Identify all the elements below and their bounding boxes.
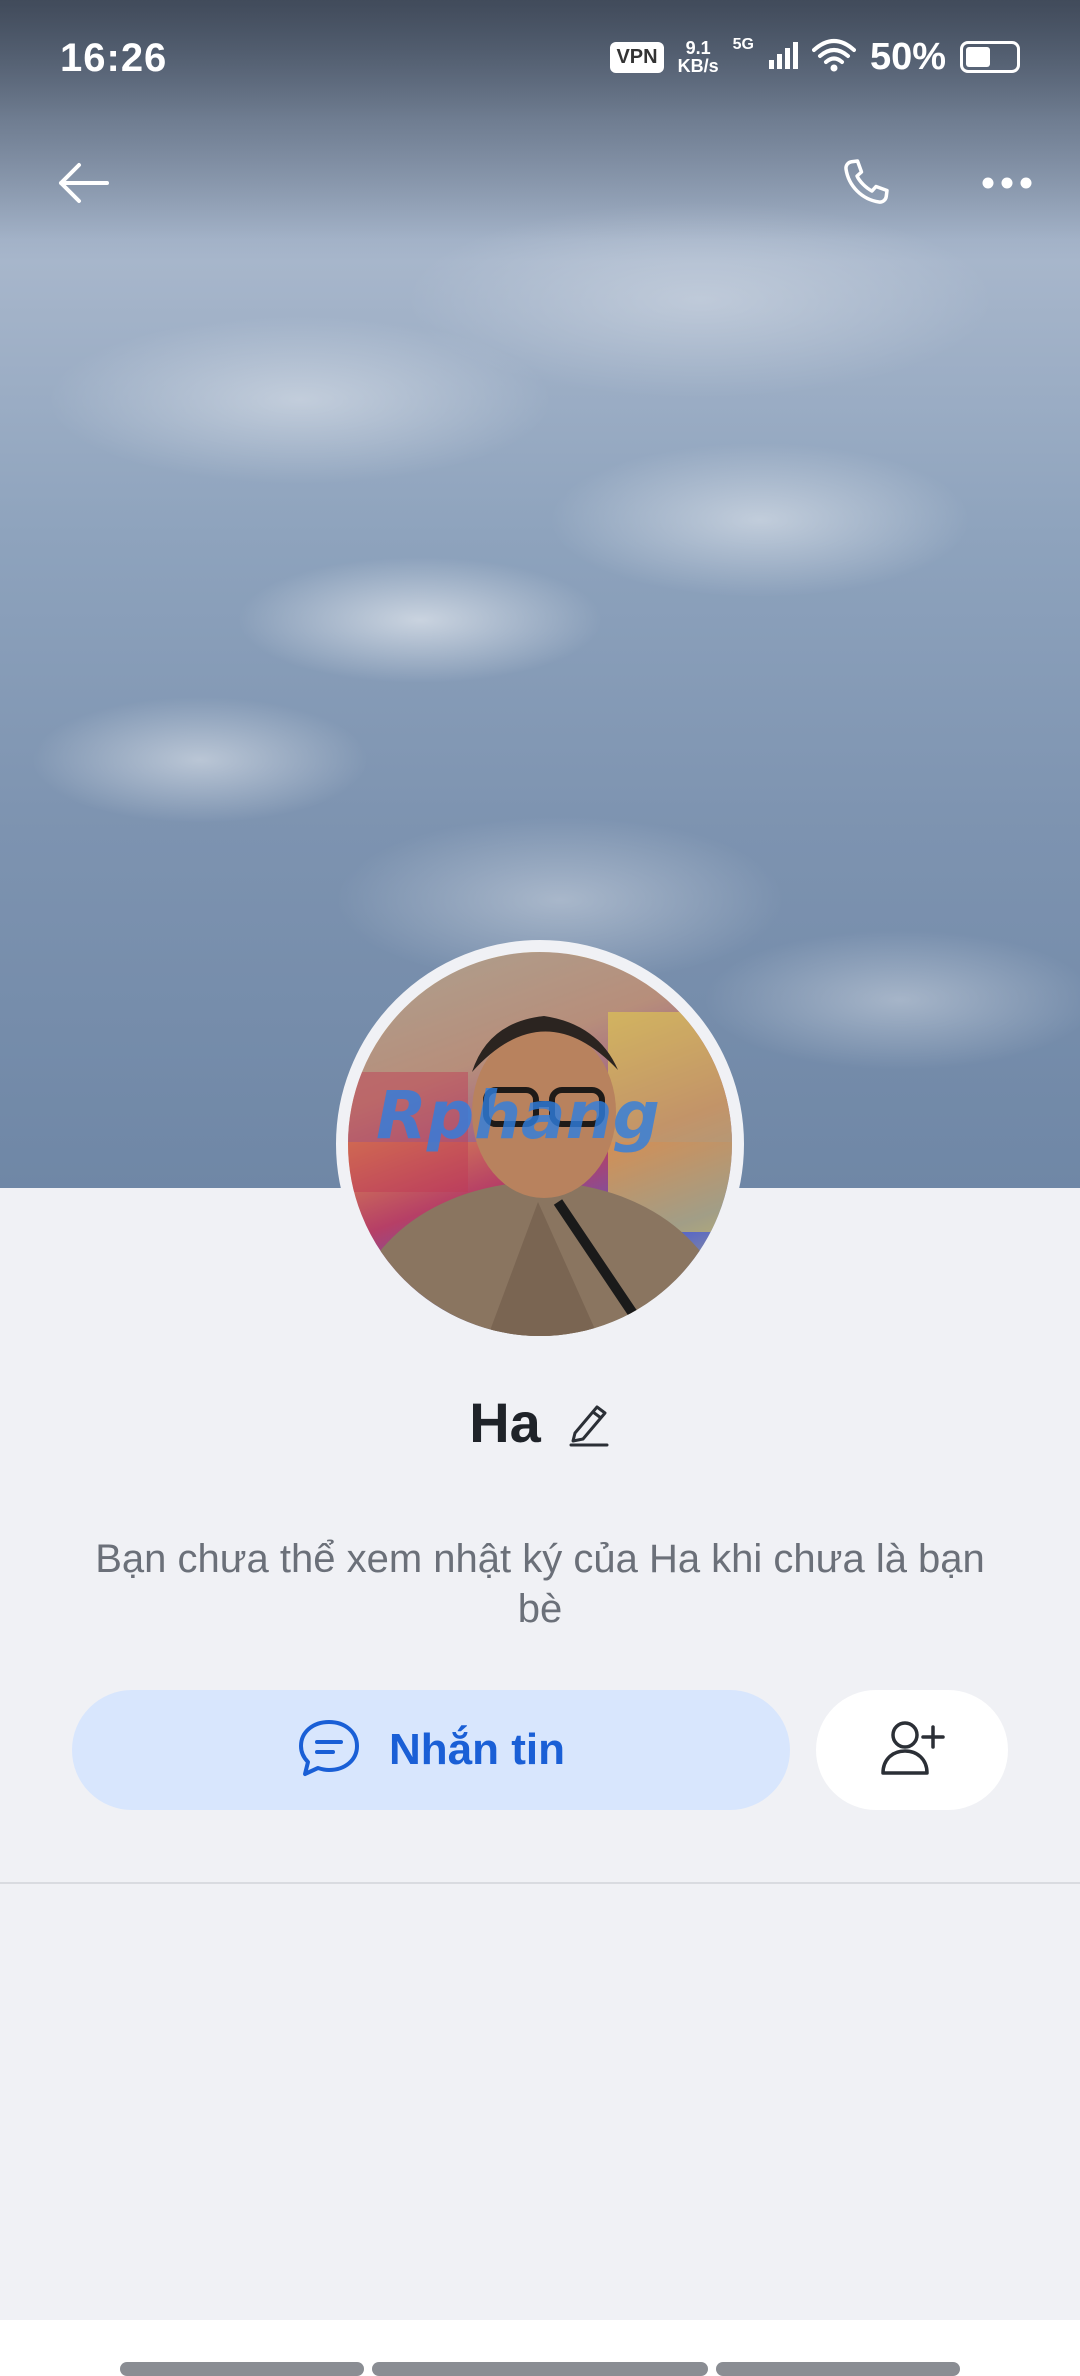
section-divider [0, 1882, 1080, 1884]
battery-icon [960, 41, 1020, 73]
top-nav [0, 140, 1080, 230]
chat-bubble-icon [297, 1718, 361, 1783]
message-button-label: Nhắn tin [389, 1725, 565, 1774]
nav-handle-center [372, 2362, 708, 2376]
wifi-icon [811, 38, 856, 77]
nav-handle-right [716, 2362, 960, 2376]
add-user-icon [879, 1719, 945, 1782]
more-button[interactable] [962, 140, 1052, 230]
battery-percent: 50% [869, 35, 946, 78]
message-button[interactable]: Nhắn tin [72, 1690, 790, 1810]
status-bar: 16:26 VPN 9.1 KB/s 5G 50% [0, 0, 1080, 120]
more-horizontal-icon [981, 176, 1033, 195]
nav-handle-left [120, 2362, 364, 2376]
back-button[interactable] [38, 140, 128, 230]
net-speed-unit: KB/s [677, 56, 719, 76]
arrow-left-icon [55, 161, 111, 210]
status-icons: VPN 9.1 KB/s 5G 50% [610, 34, 1020, 80]
profile-screen: 16:26 VPN 9.1 KB/s 5G 50% Rphang Ha Bạn … [0, 0, 1080, 2376]
avatar-watermark: Rphang [376, 1077, 660, 1154]
add-friend-button[interactable] [816, 1690, 1008, 1810]
net-speed-value: 9.1 [685, 38, 711, 58]
signal-icon [768, 40, 798, 75]
privacy-notice: Bạn chưa thể xem nhật ký của Ha khi chưa… [95, 1537, 985, 1631]
phone-icon [835, 153, 895, 218]
avatar[interactable]: Rphang [336, 940, 744, 1348]
battery-fill [966, 47, 990, 67]
network-type: 5G [732, 36, 754, 53]
profile-name: Ha [469, 1391, 541, 1454]
edit-name-button[interactable] [567, 1399, 611, 1447]
vpn-badge: VPN [610, 41, 664, 73]
call-button[interactable] [820, 140, 910, 230]
name-row: Ha [0, 1390, 1080, 1455]
pencil-icon [569, 1405, 609, 1446]
status-time: 16:26 [60, 36, 168, 80]
net-speed: 9.1 KB/s [678, 39, 719, 75]
